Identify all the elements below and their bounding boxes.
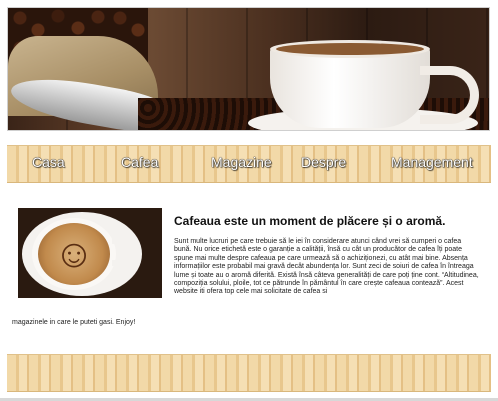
- cup-coffee: [276, 43, 424, 55]
- content-paragraph-end: magazinele in care le puteti gasi. Enjoy…: [12, 319, 136, 326]
- latte-cup-handle: [112, 238, 140, 266]
- nav-item-management[interactable]: Management: [391, 154, 473, 170]
- latte-art-image: ☺: [18, 208, 162, 298]
- coffee-cup: [270, 46, 430, 128]
- content-paragraph: Sunt multe lucruri pe care trebuie să le…: [174, 238, 479, 296]
- hero-banner-image: [7, 7, 490, 131]
- footer-bar: [7, 354, 491, 392]
- nav-item-magazine[interactable]: Magazine: [211, 154, 272, 170]
- content-headline: Cafeaua este un moment de plăcere și o a…: [174, 214, 446, 228]
- smiley-face-icon: ☺: [53, 232, 95, 276]
- cup-handle: [420, 66, 479, 124]
- nav-item-cafea[interactable]: Cafea: [121, 154, 158, 170]
- main-navigation: Casa Cafea Magazine Despre Management: [7, 145, 491, 183]
- nav-item-casa[interactable]: Casa: [32, 154, 65, 170]
- nav-item-despre[interactable]: Despre: [301, 154, 346, 170]
